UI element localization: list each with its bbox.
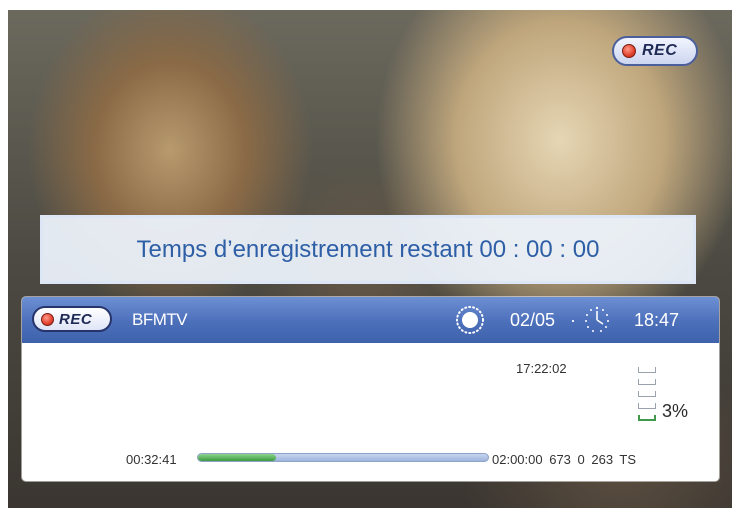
frame-border-bottom xyxy=(0,508,742,516)
rec-dot-icon xyxy=(41,312,54,326)
date-display: 02/05 xyxy=(510,310,556,330)
frame-border-left xyxy=(0,0,8,516)
signal-bars-icon xyxy=(636,367,658,427)
recording-badge: REC xyxy=(612,36,698,66)
elapsed-time: 00:32:41 xyxy=(126,452,177,467)
recording-progress-fill xyxy=(198,454,277,461)
total-duration-info: 02:00:00 673 0 263 TS xyxy=(492,452,637,467)
signal-percent: 3% xyxy=(662,401,689,421)
clock-time: 18:47 xyxy=(634,310,680,330)
frame-border-right xyxy=(732,0,742,516)
recording-progress-bar xyxy=(197,453,489,462)
info-bar-rec-label: REC xyxy=(59,310,93,328)
sun-icon xyxy=(456,306,484,334)
recording-badge-label: REC xyxy=(642,42,678,59)
info-bar-rec-badge: REC xyxy=(32,306,112,332)
channel-name: BFMTV xyxy=(132,310,188,329)
info-bar-header: REC BFMTV 02/05 · 18:47 xyxy=(22,297,719,343)
date-time-separator: · xyxy=(570,310,576,330)
timeshift-timestamp: 17:22:02 xyxy=(516,361,567,376)
clock-icon xyxy=(585,306,609,332)
rec-dot-icon xyxy=(622,44,636,58)
frame-border-top xyxy=(0,0,742,10)
remaining-time-message: Temps d’enregistrement restant 00 : 00 :… xyxy=(40,215,696,284)
channel-info-bar: REC BFMTV 02/05 · 18:47 17:22:02 3% 00:3… xyxy=(22,297,719,481)
